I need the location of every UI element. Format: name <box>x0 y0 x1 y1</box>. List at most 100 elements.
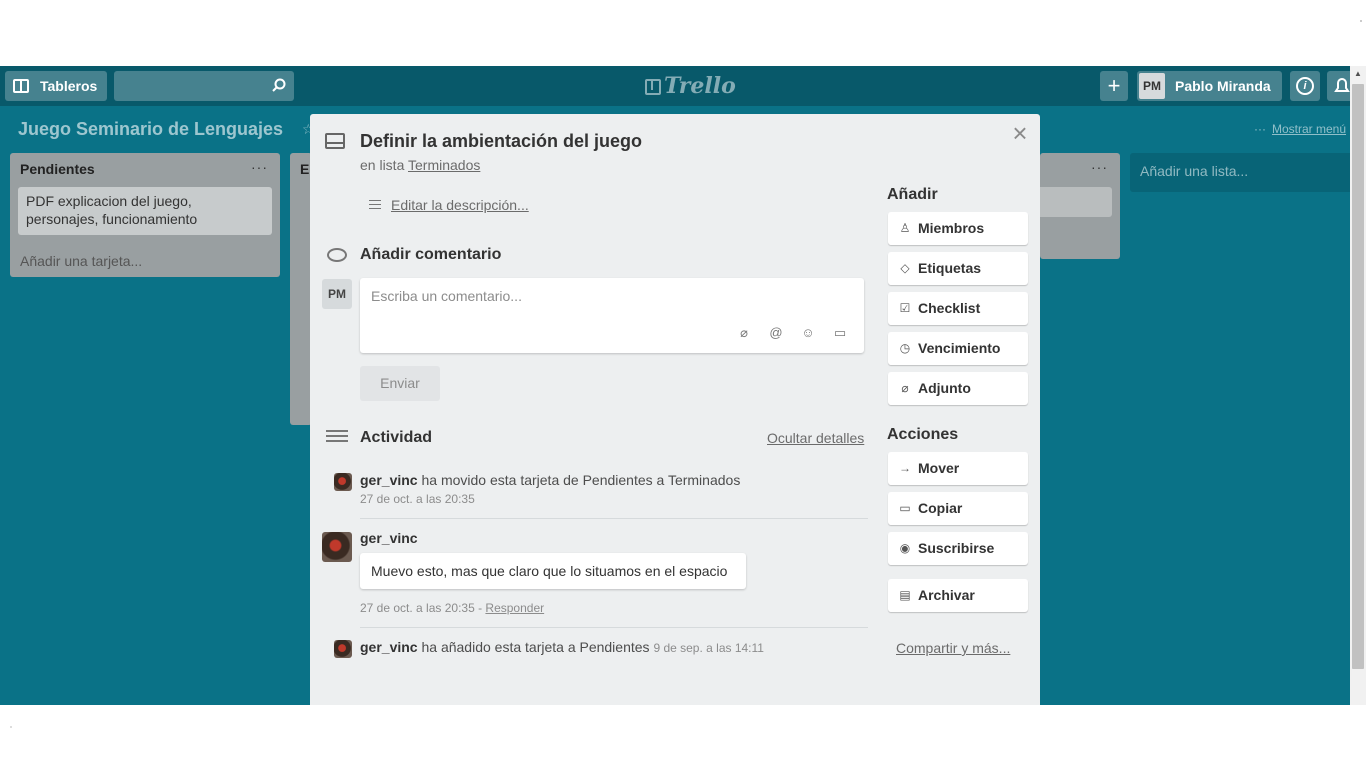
button-label: Etiquetas <box>918 260 982 276</box>
activity-item: ger_vinc ha añadido esta tarjeta a Pendi… <box>360 639 764 655</box>
attachment-button[interactable]: ⌀ Adjunto <box>888 372 1028 405</box>
search-input[interactable] <box>114 71 294 101</box>
add-list-button[interactable]: Añadir una lista... <box>1130 153 1350 192</box>
boards-button[interactable]: Tableros <box>5 71 107 101</box>
activity-date[interactable]: 27 de oct. a las 20:35 - <box>360 601 485 615</box>
person-icon: ♙ <box>899 221 911 235</box>
card-detail-modal: × Definir la ambientación del juego en l… <box>310 114 1040 705</box>
scrollbar-thumb[interactable] <box>1352 84 1364 669</box>
close-icon[interactable]: × <box>1008 120 1032 146</box>
activity-user[interactable]: ger_vinc <box>360 639 418 655</box>
activity-date[interactable]: 9 de sep. a las 14:11 <box>653 641 764 655</box>
list-menu-icon[interactable]: ··· <box>251 159 268 175</box>
archive-button[interactable]: ▤ Archivar <box>888 579 1028 612</box>
button-label: Vencimiento <box>918 340 1001 356</box>
plus-icon: + <box>1107 73 1121 98</box>
page-scrollbar[interactable]: ▲ <box>1350 66 1366 705</box>
copy-icon: ▭ <box>899 501 911 515</box>
info-button[interactable]: i <box>1290 71 1320 101</box>
add-heading: Añadir <box>887 186 938 203</box>
add-card-link[interactable]: Añadir una tarjeta... <box>20 253 142 269</box>
copy-button[interactable]: ▭ Copiar <box>888 492 1028 525</box>
avatar: PM <box>322 279 352 309</box>
comment-placeholder: Escriba un comentario... <box>371 288 522 304</box>
boards-label: Tableros <box>40 78 98 94</box>
emoji-icon[interactable]: ☺ <box>798 325 818 340</box>
hide-details-link[interactable]: Ocultar detalles <box>767 430 864 446</box>
card-title[interactable]: Definir la ambientación del juego <box>360 131 642 152</box>
activity-date[interactable]: 27 de oct. a las 20:35 <box>360 492 475 506</box>
avatar[interactable] <box>322 532 352 562</box>
corner-dot <box>1360 20 1362 22</box>
button-label: Checklist <box>918 300 981 316</box>
eye-icon: ◉ <box>899 541 911 555</box>
comment-author: ger_vinc <box>360 530 418 546</box>
list-card[interactable]: PDF explicacion del juego, personajes, f… <box>18 187 272 235</box>
list-partial: E <box>290 153 312 425</box>
activity-user[interactable]: ger_vinc <box>360 472 418 488</box>
logo-text: Trello <box>664 73 736 99</box>
comment-bubble: Muevo esto, mas que claro que lo situamo… <box>360 553 746 589</box>
user-menu-button[interactable]: PM Pablo Miranda <box>1137 71 1282 101</box>
edit-description-link[interactable]: Editar la descripción... <box>391 197 529 213</box>
avatar: PM <box>1139 73 1165 99</box>
send-button[interactable]: Enviar <box>360 366 440 401</box>
due-date-button[interactable]: ◷ Vencimiento <box>888 332 1028 365</box>
activity-icon <box>326 430 348 445</box>
members-button[interactable]: ♙ Miembros <box>888 212 1028 245</box>
subscribe-button[interactable]: ◉ Suscribirse <box>888 532 1028 565</box>
divider <box>360 518 868 519</box>
page: Tableros Trello + PM Pablo Miranda i Jue… <box>0 0 1366 768</box>
attachment-icon[interactable]: ⌀ <box>734 325 754 341</box>
move-button[interactable]: → Mover <box>888 452 1028 485</box>
activity-heading: Actividad <box>360 429 433 446</box>
description-icon <box>369 200 381 212</box>
search-icon[interactable] <box>272 78 286 92</box>
activity-item: ger_vinc ha movido esta tarjeta de Pendi… <box>360 472 740 488</box>
list-menu-icon[interactable]: ··· <box>1091 159 1108 175</box>
comment-meta: 27 de oct. a las 20:35 - Responder <box>360 601 544 615</box>
corner-dot <box>10 726 12 728</box>
info-icon: i <box>1296 77 1314 95</box>
reply-link[interactable]: Responder <box>485 601 544 615</box>
checkbox-icon: ☑ <box>899 301 911 315</box>
user-name: Pablo Miranda <box>1175 78 1271 94</box>
activity-text: ha movido esta tarjeta de Pendientes a T… <box>421 472 741 488</box>
arrow-right-icon: → <box>899 461 911 475</box>
in-list-text: en lista Terminados <box>360 157 480 173</box>
button-label: Archivar <box>918 587 975 603</box>
show-menu-label: Mostrar menú <box>1272 122 1347 136</box>
clock-icon: ◷ <box>899 341 911 355</box>
card-link-icon[interactable]: ▭ <box>830 325 850 341</box>
list-pendientes: Pendientes ··· PDF explicacion del juego… <box>10 153 280 277</box>
activity-user[interactable]: ger_vinc <box>360 530 418 546</box>
avatar[interactable] <box>334 640 352 658</box>
top-header: Tableros Trello + PM Pablo Miranda i <box>0 66 1350 106</box>
list-partial-right: ··· <box>1040 153 1120 259</box>
list-title[interactable]: Pendientes <box>20 161 95 177</box>
comment-input[interactable]: Escriba un comentario... ⌀ @ ☺ ▭ <box>360 278 864 353</box>
comment-tools: ⌀ @ ☺ ▭ <box>722 325 850 341</box>
paperclip-icon: ⌀ <box>901 381 909 395</box>
comment-icon <box>327 248 347 262</box>
board-title[interactable]: Juego Seminario de Lenguajes <box>18 119 283 140</box>
scroll-up-icon[interactable]: ▲ <box>1353 69 1363 79</box>
logo-icon <box>645 79 661 95</box>
notifications-button[interactable] <box>1327 71 1350 101</box>
trello-logo[interactable]: Trello <box>645 74 736 98</box>
avatar[interactable] <box>334 473 352 491</box>
checklist-button[interactable]: ☑ Checklist <box>888 292 1028 325</box>
list-card-fragment <box>1040 187 1112 217</box>
button-label: Adjunto <box>918 380 971 396</box>
tag-icon: ◇ <box>900 261 910 275</box>
share-more-link[interactable]: Compartir y más... <box>896 640 1010 656</box>
comment-heading: Añadir comentario <box>360 246 502 263</box>
show-menu-link[interactable]: ··· Mostrar menú <box>1254 122 1346 136</box>
list-link[interactable]: Terminados <box>408 157 480 173</box>
add-button[interactable]: + <box>1100 71 1128 101</box>
actions-heading: Acciones <box>887 426 959 443</box>
divider <box>360 627 868 628</box>
mention-icon[interactable]: @ <box>766 325 786 340</box>
card-icon <box>325 133 345 149</box>
labels-button[interactable]: ◇ Etiquetas <box>888 252 1028 285</box>
